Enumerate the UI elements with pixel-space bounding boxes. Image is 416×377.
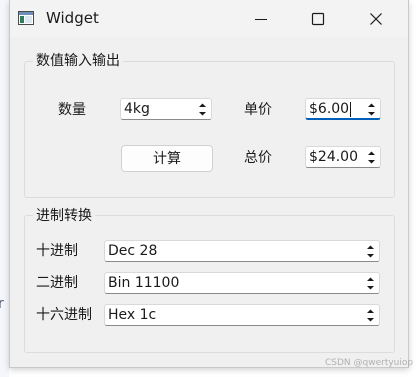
total-value: $24.00 <box>309 149 358 165</box>
quantity-spinbox[interactable]: 4kg <box>120 98 212 120</box>
decimal-label: 十进制 <box>36 243 78 259</box>
hex-value: Hex 1c <box>108 307 157 323</box>
watermark: CSDN @qwertyuiop <box>325 358 414 368</box>
quantity-label: 数量 <box>58 102 86 118</box>
minimize-button[interactable] <box>233 0 291 37</box>
spin-arrows-icon[interactable] <box>198 102 207 117</box>
background-text: r <box>0 296 4 312</box>
quantity-value: 4kg <box>124 101 150 117</box>
text-cursor <box>350 102 351 117</box>
window-title: Widget <box>46 9 99 27</box>
unit-price-value: $6.00 <box>309 101 350 117</box>
hex-label: 十六进制 <box>36 307 92 323</box>
binary-spinbox[interactable]: Bin 11100 <box>104 272 380 294</box>
numeric-group <box>24 61 395 198</box>
binary-value: Bin 11100 <box>108 275 180 291</box>
spin-arrows-icon[interactable] <box>367 102 376 117</box>
unit-price-label: 单价 <box>244 102 272 118</box>
spin-arrows-icon[interactable] <box>366 308 375 323</box>
unit-price-spinbox[interactable]: $6.00 <box>305 98 381 120</box>
binary-label: 二进制 <box>36 275 78 291</box>
widget-window: Widget 数值输入输出 数量 4kg 单价 $6.00 计算 总价 $24.… <box>9 0 409 368</box>
calculate-button[interactable]: 计算 <box>121 145 213 172</box>
close-button[interactable] <box>348 0 406 37</box>
hex-spinbox[interactable]: Hex 1c <box>104 304 380 326</box>
decimal-value: Dec 28 <box>108 243 158 259</box>
total-spinbox[interactable]: $24.00 <box>305 146 381 168</box>
maximize-button[interactable] <box>290 0 348 37</box>
background-desktop <box>0 0 9 377</box>
minimize-icon <box>255 19 267 20</box>
spin-arrows-icon[interactable] <box>366 244 375 259</box>
decimal-spinbox[interactable]: Dec 28 <box>104 240 380 262</box>
numeric-group-title: 数值输入输出 <box>33 52 123 70</box>
title-bar[interactable]: Widget <box>10 0 408 37</box>
total-label: 总价 <box>244 150 272 166</box>
base-conversion-group-title: 进制转换 <box>33 207 95 225</box>
maximize-icon <box>311 12 325 26</box>
app-window-icon <box>18 11 34 25</box>
spin-arrows-icon[interactable] <box>366 276 375 291</box>
spin-arrows-icon[interactable] <box>367 150 376 165</box>
close-icon <box>370 13 382 25</box>
